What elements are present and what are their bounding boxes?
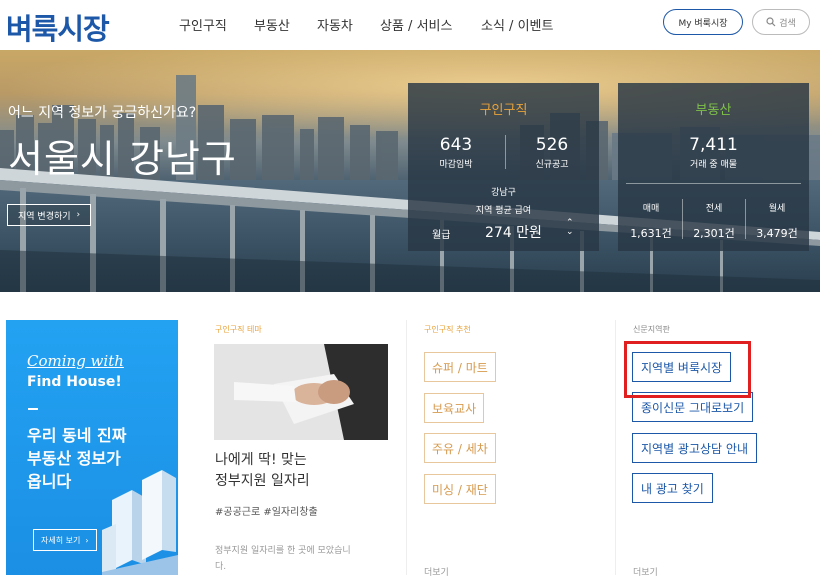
column-divider <box>406 320 407 575</box>
theme-title[interactable]: 나에게 딱! 맞는 정부지원 일자리 <box>215 450 310 492</box>
divider <box>745 199 746 239</box>
selection-highlight-box <box>624 341 751 398</box>
nav-jobs[interactable]: 구인구직 <box>179 15 227 34</box>
divider <box>626 183 801 184</box>
change-region-label: 지역 변경하기 <box>18 211 71 222</box>
salary-cycle-arrows-icon[interactable]: ⌃ ⌄ <box>566 219 574 237</box>
listings-total-count: 7,411 <box>689 135 738 155</box>
recommend-item-childcare[interactable]: 보육교사 <box>424 393 485 423</box>
new-postings-label: 신규공고 <box>535 160 569 170</box>
banner-details-label: 자세히 보기 <box>41 535 81 545</box>
listings-total-label: 거래 중 매물 <box>689 160 738 170</box>
hero-section: 어느 지역 정보가 궁금하신가요? 서울시 강남구 지역 변경하기 › 구인구직… <box>0 50 820 292</box>
nav-products-services[interactable]: 상품 / 서비스 <box>380 15 452 34</box>
jeonse-count: 2,301건 <box>693 227 735 240</box>
column-divider <box>615 320 616 575</box>
recommend-item-sewing[interactable]: 미싱 / 재단 <box>424 474 496 504</box>
closing-soon-count: 643 <box>439 135 473 155</box>
realestate-panel-heading[interactable]: 부동산 <box>618 99 809 118</box>
salary-type: 월급 <box>432 230 451 241</box>
sale-stat[interactable]: 매매 1,631건 <box>622 201 680 241</box>
handshake-photo <box>214 344 388 440</box>
nav-cars[interactable]: 자동차 <box>317 15 353 34</box>
find-my-ad-button[interactable]: 내 광고 찾기 <box>632 473 713 503</box>
buildings-illustration <box>102 470 178 575</box>
regional-ad-consulting-button[interactable]: 지역별 광고상담 안내 <box>632 433 757 463</box>
site-logo[interactable]: 벼룩시장 <box>6 6 110 48</box>
theme-tags[interactable]: #공공근로 #일자리창출 <box>215 503 318 518</box>
handshake-image[interactable] <box>214 344 388 440</box>
search-icon <box>766 17 776 27</box>
search-button[interactable]: 검색 <box>752 9 810 35</box>
banner-message-line: 우리 동네 진짜 <box>27 426 127 445</box>
theme-title-line: 나에게 딱! 맞는 <box>215 452 307 468</box>
new-postings-stat[interactable]: 526 신규공고 <box>522 135 582 170</box>
change-region-button[interactable]: 지역 변경하기 › <box>7 204 92 226</box>
banner-find-house: Find House! <box>27 374 122 390</box>
chevron-right-icon: › <box>85 535 89 545</box>
recommend-section-label: 구인구직 추천 <box>424 325 471 334</box>
salary-value: 274 만원 <box>485 225 542 241</box>
monthly-rent-count: 3,479건 <box>756 227 798 240</box>
recommend-more-link[interactable]: 더보기 <box>424 565 449 578</box>
banner-divider <box>28 408 38 410</box>
find-house-banner[interactable]: Coming with Find House! 우리 동네 진짜 부동산 정보가… <box>6 320 178 575</box>
jeonse-stat[interactable]: 전세 2,301건 <box>685 201 743 241</box>
banner-details-button[interactable]: 자세히 보기 › <box>33 529 97 551</box>
salary-region: 강남구 <box>491 188 516 198</box>
sale-label: 매매 <box>642 204 660 214</box>
site-header: 벼룩시장 구인구직 부동산 자동차 상품 / 서비스 소식 / 이벤트 My 벼… <box>0 0 820 50</box>
divider <box>505 135 506 169</box>
listings-total-stat[interactable]: 7,411 거래 중 매물 <box>618 135 809 170</box>
newspaper-section-label: 신문지역판 <box>633 325 670 334</box>
new-postings-count: 526 <box>535 135 569 155</box>
monthly-rent-stat[interactable]: 월세 3,479건 <box>748 201 806 241</box>
chevron-right-icon: › <box>76 210 81 220</box>
search-button-label: 검색 <box>779 18 796 29</box>
realestate-stats-panel: 부동산 7,411 거래 중 매물 매매 1,631건 전세 2,301건 월세… <box>618 83 809 251</box>
salary-title: 지역 평균 급여 <box>475 206 532 216</box>
jeonse-label: 전세 <box>705 204 723 214</box>
monthly-rent-label: 월세 <box>768 204 786 214</box>
hero-region-title: 서울시 강남구 <box>8 137 237 181</box>
theme-description-line: 정부지원 일자리를 한 곳에 모았습니 <box>215 546 351 556</box>
recommend-item-supermarket[interactable]: 슈퍼 / 마트 <box>424 352 496 382</box>
hero-subtitle: 어느 지역 정보가 궁금하신가요? <box>8 105 197 121</box>
nav-news-events[interactable]: 소식 / 이벤트 <box>481 15 553 34</box>
sale-count: 1,631건 <box>630 227 672 240</box>
jobs-panel-heading[interactable]: 구인구직 <box>408 99 599 118</box>
jobs-stats-panel: 구인구직 643 마감임박 526 신규공고 강남구 지역 평균 급여 월급 2… <box>408 83 599 251</box>
nav-realestate[interactable]: 부동산 <box>254 15 290 34</box>
newspaper-more-link[interactable]: 더보기 <box>633 565 658 578</box>
theme-section-label: 구인구직 테마 <box>215 325 262 334</box>
recommend-item-gas-station[interactable]: 주유 / 세차 <box>424 433 496 463</box>
theme-title-line: 정부지원 일자리 <box>215 473 310 489</box>
divider <box>682 199 683 239</box>
closing-soon-stat[interactable]: 643 마감임박 <box>426 135 486 170</box>
theme-description-line: 다. <box>215 562 227 572</box>
theme-description: 정부지원 일자리를 한 곳에 모았습니 다. <box>215 543 390 575</box>
closing-soon-label: 마감임박 <box>439 160 473 170</box>
my-page-button[interactable]: My 벼룩시장 <box>663 9 743 35</box>
banner-coming-with: Coming with <box>27 352 124 370</box>
